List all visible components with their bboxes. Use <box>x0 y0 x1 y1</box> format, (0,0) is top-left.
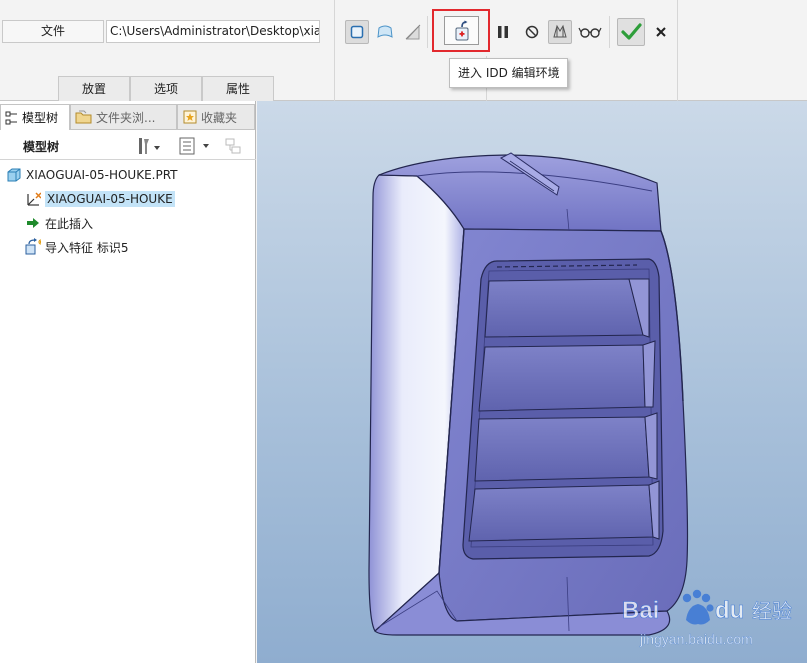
favorites-icon <box>183 110 197 124</box>
tab-model-tree[interactable]: 模型树 <box>0 104 70 130</box>
toolbar-separator <box>609 16 610 48</box>
checkmark-icon <box>621 23 642 40</box>
ribbon: 文件 C:\Users\Administrator\Desktop\xia 放置… <box>0 0 807 101</box>
glasses-icon <box>578 27 602 38</box>
solid-button[interactable] <box>345 20 369 44</box>
part-icon <box>6 167 22 183</box>
tree-item-import-feature[interactable]: 导入特征 标识5 <box>0 235 256 259</box>
ribbon-divider <box>334 0 335 101</box>
baidu-logo-icon: Bai du 经验 jingyan.baidu.com <box>622 589 792 647</box>
surface-button[interactable] <box>373 20 397 44</box>
settings-button[interactable] <box>136 135 164 157</box>
tree-item-label: XIAOGUAI-05-HOUKE <box>45 191 175 207</box>
tab-favorites-label: 收藏夹 <box>201 110 238 125</box>
pause-button[interactable] <box>491 20 515 44</box>
watermark-brand2: du <box>715 597 744 624</box>
tooltip: 进入 IDD 编辑环境 <box>449 58 568 88</box>
attachment-preview-button[interactable] <box>548 20 572 44</box>
watermark-url: jingyan.baidu.com <box>639 631 753 647</box>
tab-folder-browser[interactable]: 文件夹浏... <box>70 104 177 130</box>
confirm-button[interactable] <box>617 18 645 46</box>
list-icon <box>179 137 209 155</box>
no-preview-button[interactable] <box>520 20 544 44</box>
tree-item-label: 在此插入 <box>45 216 94 231</box>
tree-item-part[interactable]: XIAOGUAI-05-HOUKE.PRT <box>0 163 256 187</box>
cancel-button[interactable] <box>649 20 673 44</box>
tree-toolbar: 模型树 <box>0 132 256 160</box>
graphics-viewport[interactable] <box>257 101 807 663</box>
tab-folder-browser-label: 文件夹浏... <box>96 110 156 125</box>
filter-button[interactable] <box>222 135 246 157</box>
navigator-panel: 模型树 文件夹浏... 收藏夹 模型树 XIAOGUAI-05-HOUKE.PR… <box>0 101 256 663</box>
pause-icon <box>498 26 508 38</box>
tab-model-tree-label: 模型树 <box>22 111 59 125</box>
tree-title: 模型树 <box>23 140 60 154</box>
filter-icon <box>225 138 241 154</box>
insert-arrow-icon <box>25 215 41 231</box>
tools-icon <box>139 138 160 154</box>
panel-tabs: 模型树 文件夹浏... 收藏夹 <box>0 104 256 130</box>
folder-icon <box>75 110 92 124</box>
attachment-preview-icon <box>553 24 567 38</box>
tree-item-label: XIAOGUAI-05-HOUKE.PRT <box>26 168 178 182</box>
no-preview-icon <box>525 25 539 39</box>
verify-preview-button[interactable] <box>576 20 604 44</box>
dashboard-tabs: 放置 选项 属性 <box>58 76 274 101</box>
tab-placement[interactable]: 放置 <box>58 76 130 101</box>
close-icon <box>656 27 666 37</box>
model-tree-icon <box>5 111 17 124</box>
tree-item-csys[interactable]: XIAOGUAI-05-HOUKE <box>0 187 256 211</box>
csys-icon <box>25 191 41 207</box>
idd-icon <box>455 20 468 40</box>
watermark-brand: Bai <box>622 597 659 624</box>
ribbon-divider <box>677 0 678 101</box>
toolbar-separator <box>427 16 428 48</box>
model-tree: XIAOGUAI-05-HOUKE.PRT XIAOGUAI-05-HOUKE … <box>0 163 256 259</box>
tree-item-insert-here[interactable]: 在此插入 <box>0 211 256 235</box>
model-housing-render <box>368 152 689 636</box>
show-button[interactable] <box>178 135 212 157</box>
watermark-product: 经验 <box>752 599 792 623</box>
import-feature-icon <box>25 238 41 255</box>
file-button[interactable]: 文件 <box>2 20 104 43</box>
surface-icon <box>377 25 393 38</box>
remove-material-button[interactable] <box>401 20 425 44</box>
tab-options[interactable]: 选项 <box>130 76 202 101</box>
enter-idd-button[interactable] <box>444 16 479 45</box>
tree-item-label: 导入特征 标识5 <box>45 240 129 255</box>
tab-properties[interactable]: 属性 <box>202 76 274 101</box>
remove-material-icon <box>405 24 421 40</box>
tab-favorites[interactable]: 收藏夹 <box>177 104 255 130</box>
solid-icon <box>350 25 364 39</box>
baidu-watermark: Bai du 经验 jingyan.baidu.com <box>620 588 807 663</box>
file-path-field[interactable]: C:\Users\Administrator\Desktop\xia <box>106 20 320 43</box>
